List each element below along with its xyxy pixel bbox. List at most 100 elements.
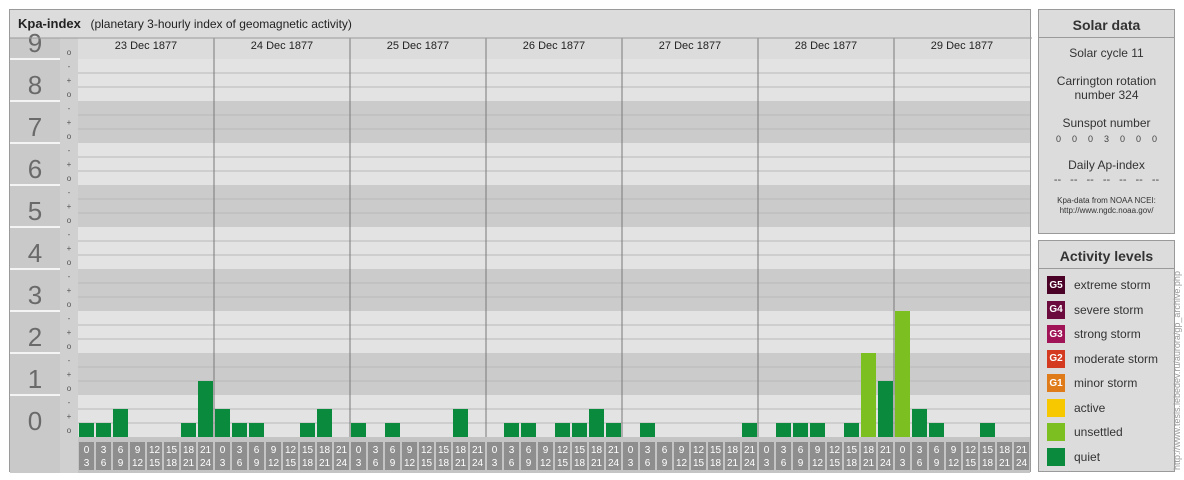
interval-start-label: 6	[662, 445, 668, 456]
interval-start-label: 15	[846, 445, 858, 456]
interval-start-label: 18	[455, 445, 467, 456]
y-subtick-label: -	[68, 314, 71, 323]
activity-level-label: strong storm	[1074, 327, 1141, 342]
interval-end-label: 12	[268, 458, 280, 469]
kpa-bar	[215, 408, 230, 437]
day-label: 27 Dec 1877	[659, 40, 721, 52]
source-line2: http://www.ngdc.noaa.gov/	[1059, 206, 1154, 215]
interval-start-label: 0	[764, 445, 770, 456]
carrington-line1: Carrington rotation	[1056, 74, 1157, 88]
grid-band	[78, 101, 1030, 143]
interval-start-label: 9	[815, 445, 821, 456]
interval-end-label: 3	[356, 458, 362, 469]
kpa-bar	[606, 423, 621, 437]
interval-start-label: 15	[302, 445, 314, 456]
y-subtick-label: -	[68, 230, 71, 239]
interval-end-label: 18	[574, 458, 586, 469]
interval-start-label: 0	[492, 445, 498, 456]
activity-level-label: moderate storm	[1074, 351, 1159, 366]
y-subtick-label: o	[67, 216, 72, 225]
activity-level-swatch: G4	[1047, 300, 1065, 319]
y-subtick-label: o	[67, 300, 72, 309]
interval-end-label: 18	[166, 458, 178, 469]
y-subtick-label: o	[67, 90, 72, 99]
activity-level-item: active	[1039, 396, 1174, 421]
day-label: 29 Dec 1877	[931, 40, 993, 52]
y-tick-label: 7	[28, 112, 42, 142]
y-tick-label: 9	[28, 28, 42, 58]
interval-end-label: 3	[900, 458, 906, 469]
carrington-line2: number 324	[1074, 88, 1139, 102]
interval-start-label: 15	[438, 445, 450, 456]
interval-start-label: 3	[237, 445, 243, 456]
interval-start-label: 15	[710, 445, 722, 456]
activity-level-item: quiet	[1039, 445, 1174, 470]
interval-start-label: 15	[982, 445, 994, 456]
y-subtick-label: -	[68, 146, 71, 155]
y-subtick-label: -	[68, 398, 71, 407]
interval-end-label: 12	[132, 458, 144, 469]
kpa-bar	[980, 423, 995, 437]
kpa-bar	[929, 423, 944, 437]
interval-start-label: 21	[880, 445, 892, 456]
sunspot-value: 0	[1136, 134, 1142, 144]
interval-start-label: 3	[645, 445, 651, 456]
kpa-bar	[912, 408, 927, 437]
day-label: 25 Dec 1877	[387, 40, 449, 52]
interval-end-label: 12	[948, 458, 960, 469]
interval-start-label: 18	[999, 445, 1011, 456]
sunspot-label: Sunspot number	[1062, 116, 1151, 130]
y-subtick-label: +	[67, 118, 72, 127]
kpa-bar	[844, 423, 859, 437]
interval-start-label: 9	[271, 445, 277, 456]
interval-end-label: 15	[965, 458, 977, 469]
interval-start-label: 3	[373, 445, 379, 456]
solar-cycle: Solar cycle 11	[1069, 46, 1144, 60]
interval-end-label: 21	[727, 458, 739, 469]
activity-levels-header: Activity levels	[1039, 241, 1174, 269]
interval-end-label: 18	[846, 458, 858, 469]
y-subtick-label: +	[67, 202, 72, 211]
y-tick-label: 5	[28, 196, 42, 226]
interval-end-label: 21	[455, 458, 467, 469]
interval-end-label: 6	[917, 458, 923, 469]
y-subtick-label: +	[67, 76, 72, 85]
kpa-bar	[351, 423, 366, 437]
interval-end-label: 21	[319, 458, 331, 469]
interval-end-label: 24	[472, 458, 484, 469]
interval-start-label: 12	[149, 445, 161, 456]
interval-end-label: 6	[373, 458, 379, 469]
y-tick-label: 8	[28, 70, 42, 100]
solar-data-panel: Solar data Solar cycle 11 Carrington rot…	[1038, 9, 1175, 234]
interval-start-label: 9	[543, 445, 549, 456]
kpa-bar	[589, 408, 604, 437]
interval-end-label: 6	[645, 458, 651, 469]
interval-start-label: 3	[101, 445, 107, 456]
kpa-bar	[895, 311, 910, 437]
kpa-bar	[79, 423, 94, 437]
y-subtick-label: o	[67, 258, 72, 267]
y-subtick-label: -	[68, 356, 71, 365]
y-subtick-label: o	[67, 384, 72, 393]
activity-level-item: G2 moderate storm	[1039, 347, 1174, 372]
interval-end-label: 12	[812, 458, 824, 469]
interval-start-label: 9	[135, 445, 141, 456]
solar-data-header: Solar data	[1039, 10, 1174, 38]
interval-end-label: 3	[628, 458, 634, 469]
ap-value: --	[1053, 174, 1062, 186]
y-subtick-label: +	[67, 328, 72, 337]
y-subtick-label: -	[68, 104, 71, 113]
interval-end-label: 18	[710, 458, 722, 469]
interval-start-label: 3	[917, 445, 923, 456]
y-subtick-label: o	[67, 174, 72, 183]
interval-end-label: 9	[254, 458, 260, 469]
ap-value: --	[1151, 174, 1160, 186]
grid-band	[78, 311, 1030, 353]
day-label: 23 Dec 1877	[115, 40, 177, 52]
interval-end-label: 3	[764, 458, 770, 469]
kpa-bar	[776, 423, 791, 437]
interval-start-label: 0	[628, 445, 634, 456]
interval-start-label: 15	[166, 445, 178, 456]
activity-level-item: unsettled	[1039, 420, 1174, 445]
interval-end-label: 21	[591, 458, 603, 469]
